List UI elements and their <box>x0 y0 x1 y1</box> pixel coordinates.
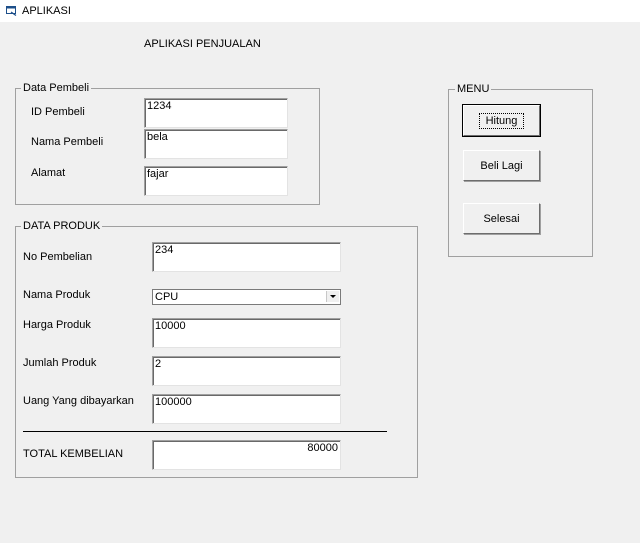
hitung-button[interactable]: Hitung <box>462 104 541 137</box>
app-window-icon <box>6 6 17 16</box>
nama-pembeli-input[interactable]: bela <box>144 129 288 159</box>
nama-produk-label: Nama Produk <box>23 289 91 301</box>
id-pembeli-input[interactable]: 1234 <box>144 98 288 128</box>
total-divider <box>23 431 387 432</box>
uang-dibayarkan-label: Uang Yang dibayarkan <box>23 395 134 407</box>
data-produk-legend: DATA PRODUK <box>21 220 103 232</box>
no-pembelian-label: No Pembelian <box>23 251 93 263</box>
beli-lagi-button[interactable]: Beli Lagi <box>463 150 540 181</box>
nama-produk-select[interactable]: CPU <box>152 289 341 305</box>
no-pembelian-input[interactable]: 234 <box>152 242 341 272</box>
title-bar: APLIKASI <box>0 0 640 22</box>
nama-pembeli-label: Nama Pembeli <box>31 136 104 148</box>
window-title: APLIKASI <box>22 5 71 17</box>
menu-legend: MENU <box>455 83 492 95</box>
total-kembelian-output[interactable]: 80000 <box>152 440 341 470</box>
selesai-button[interactable]: Selesai <box>463 203 540 234</box>
hitung-button-label: Hitung <box>478 112 525 129</box>
total-kembelian-label: TOTAL KEMBELIAN <box>23 448 124 460</box>
harga-produk-input[interactable]: 10000 <box>152 318 341 348</box>
harga-produk-label: Harga Produk <box>23 319 91 331</box>
jumlah-produk-label: Jumlah Produk <box>23 357 97 369</box>
alamat-input[interactable]: fajar <box>144 166 288 196</box>
jumlah-produk-input[interactable]: 2 <box>152 356 341 386</box>
nama-produk-selected: CPU <box>155 291 179 303</box>
chevron-down-icon[interactable] <box>326 291 339 302</box>
page-title: APLIKASI PENJUALAN <box>144 38 261 50</box>
data-pembeli-legend: Data Pembeli <box>21 82 92 94</box>
uang-dibayarkan-input[interactable]: 100000 <box>152 394 341 424</box>
id-pembeli-label: ID Pembeli <box>31 106 85 118</box>
alamat-label: Alamat <box>31 167 66 179</box>
